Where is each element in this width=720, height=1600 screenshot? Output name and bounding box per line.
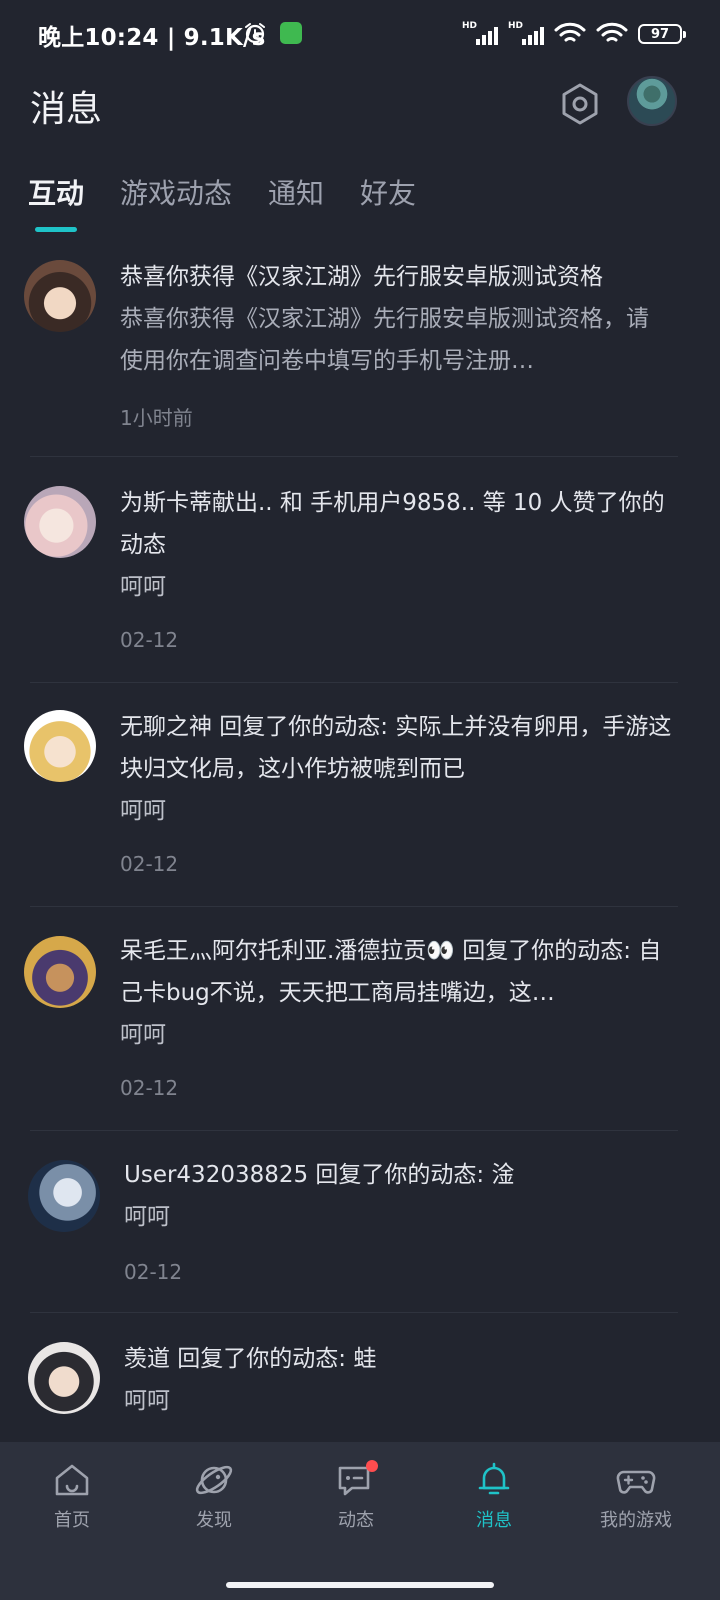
signal-icon: HD bbox=[508, 21, 544, 47]
alarm-icon bbox=[245, 23, 265, 44]
app-notification-icon bbox=[280, 22, 302, 44]
signal-icon: HD bbox=[462, 21, 498, 47]
avatar bbox=[24, 936, 96, 1008]
message-text: User432038825 回复了你的动态: 淦 bbox=[124, 1162, 515, 1188]
bell-icon bbox=[478, 1462, 510, 1495]
nav-my-games[interactable]: 我的游戏 bbox=[564, 1442, 708, 1542]
nav-messages[interactable]: 消息 bbox=[422, 1442, 566, 1542]
divider bbox=[30, 682, 678, 683]
message-text: 羡道 回复了你的动态: 蛙 bbox=[124, 1346, 377, 1372]
notification-badge bbox=[366, 1460, 378, 1472]
status-indicators: HD HD 97 bbox=[462, 20, 686, 48]
tab-interaction[interactable]: 互动 bbox=[28, 172, 84, 212]
nav-label: 首页 bbox=[54, 1510, 90, 1531]
tab-notifications[interactable]: 通知 bbox=[268, 172, 324, 212]
message-text: 为斯卡蒂献出.. 和 手机用户9858.. 等 10 人赞了你的动态 bbox=[120, 490, 665, 558]
avatar bbox=[24, 486, 96, 558]
settings-button[interactable] bbox=[556, 80, 604, 128]
planet-icon bbox=[195, 1465, 233, 1495]
message-title: 恭喜你获得《汉家江湖》先行服安卓版测试资格 bbox=[120, 264, 603, 290]
nav-feed[interactable]: 动态 bbox=[284, 1442, 428, 1542]
avatar bbox=[28, 1160, 100, 1232]
avatar bbox=[28, 1342, 100, 1414]
page-title: 消息 bbox=[30, 89, 103, 130]
battery-level: 97 bbox=[650, 26, 670, 42]
tab-bar: 互动 游戏动态 通知 好友 bbox=[28, 172, 452, 212]
divider bbox=[30, 1130, 678, 1131]
status-time: 晚上10:24 | 9.1K/s bbox=[38, 25, 266, 51]
battery-icon: 97 bbox=[638, 24, 686, 44]
status-bar: 晚上10:24 | 9.1K/s HD HD 97 bbox=[0, 0, 720, 72]
message-quote: 呵呵 bbox=[120, 574, 166, 600]
tab-indicator bbox=[35, 227, 77, 232]
message-time: 02-12 bbox=[120, 628, 179, 652]
nav-label: 我的游戏 bbox=[600, 1510, 672, 1531]
message-time: 02-12 bbox=[124, 1260, 183, 1284]
message-quote: 呵呵 bbox=[120, 798, 166, 824]
nav-label: 发现 bbox=[196, 1510, 232, 1531]
message-text: 呆毛王灬阿尔托利亚.潘德拉贡👀 回复了你的动态: 自己卡bug不说，天天把工商局… bbox=[120, 938, 662, 1006]
message-time: 1小时前 bbox=[120, 406, 193, 430]
nav-home[interactable]: 首页 bbox=[0, 1442, 144, 1542]
tab-game-news[interactable]: 游戏动态 bbox=[120, 172, 232, 212]
home-icon bbox=[55, 1464, 89, 1496]
avatar bbox=[24, 710, 96, 782]
gamepad-icon bbox=[616, 1470, 656, 1494]
divider bbox=[30, 906, 678, 907]
message-body: 恭喜你获得《汉家江湖》先行服安卓版测试资格，请使用你在调查问卷中填写的手机号注册… bbox=[120, 306, 649, 374]
message-text: 无聊之神 回复了你的动态: 实际上并没有卵用，手游这块归文化局，这小作坊被唬到而… bbox=[120, 714, 672, 782]
gear-icon bbox=[562, 83, 598, 125]
bottom-nav: 首页 发现 动态 消息 我的游戏 bbox=[0, 1442, 720, 1600]
wifi-icon bbox=[596, 22, 628, 42]
divider bbox=[30, 456, 678, 457]
wifi-icon bbox=[554, 22, 586, 42]
user-avatar[interactable] bbox=[627, 76, 677, 126]
message-quote: 呵呵 bbox=[120, 1022, 166, 1048]
message-quote: 呵呵 bbox=[124, 1204, 170, 1230]
divider bbox=[30, 1312, 678, 1313]
message-time: 02-12 bbox=[120, 1076, 179, 1100]
tab-friends[interactable]: 好友 bbox=[360, 172, 416, 212]
nav-label: 动态 bbox=[338, 1510, 374, 1531]
message-quote: 呵呵 bbox=[124, 1388, 170, 1414]
avatar bbox=[24, 260, 96, 332]
home-indicator[interactable] bbox=[226, 1582, 494, 1588]
message-time: 02-12 bbox=[120, 852, 179, 876]
nav-label: 消息 bbox=[476, 1510, 512, 1531]
nav-discover[interactable]: 发现 bbox=[142, 1442, 286, 1542]
